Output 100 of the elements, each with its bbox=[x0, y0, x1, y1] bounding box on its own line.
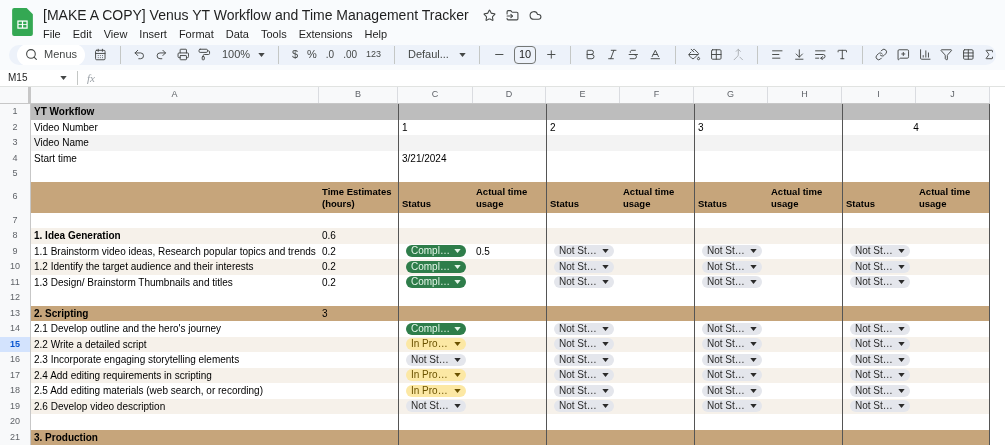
row-number[interactable]: 20 bbox=[0, 414, 31, 430]
column-header[interactable]: H bbox=[768, 87, 842, 103]
status-dropdown[interactable]: Not St… bbox=[554, 245, 614, 258]
spreadsheet-logo-icon[interactable] bbox=[12, 8, 33, 36]
status-dropdown[interactable]: Not St… bbox=[554, 384, 614, 397]
status-dropdown[interactable]: Not St… bbox=[702, 384, 762, 397]
menu-item[interactable]: Data bbox=[225, 26, 249, 43]
status-dropdown[interactable]: Not St… bbox=[702, 322, 762, 335]
column-header[interactable]: C bbox=[398, 87, 473, 103]
menu-item[interactable]: Format bbox=[178, 26, 214, 43]
print-icon[interactable] bbox=[176, 47, 190, 62]
menu-item[interactable]: Tools bbox=[260, 26, 287, 43]
status-dropdown[interactable]: Not St… bbox=[702, 276, 762, 289]
status-dropdown[interactable]: Not St… bbox=[554, 400, 614, 413]
status-dropdown[interactable]: Compl… bbox=[406, 260, 466, 273]
menu-item[interactable]: File bbox=[43, 26, 61, 43]
bold-icon[interactable] bbox=[584, 47, 597, 62]
row-number[interactable]: 8 bbox=[0, 228, 31, 244]
status-dropdown[interactable]: Not St… bbox=[554, 338, 614, 351]
status-dropdown[interactable]: Not St… bbox=[850, 276, 910, 289]
column-header[interactable]: I bbox=[842, 87, 916, 103]
chart-icon[interactable] bbox=[918, 47, 932, 62]
status-dropdown[interactable]: In Pro… bbox=[406, 384, 466, 397]
status-dropdown[interactable]: Not St… bbox=[702, 260, 762, 273]
status-dropdown[interactable]: Compl… bbox=[406, 276, 466, 289]
text-rotation-icon[interactable] bbox=[835, 47, 849, 62]
status-dropdown[interactable]: Not St… bbox=[850, 260, 910, 273]
menu-item[interactable]: Help bbox=[364, 26, 388, 43]
percent-button[interactable]: % bbox=[307, 46, 317, 63]
number-format-button[interactable]: 123 bbox=[366, 47, 382, 62]
comment-icon[interactable] bbox=[897, 47, 910, 62]
cell-reference[interactable]: M15 bbox=[0, 70, 60, 86]
paint-roller-icon[interactable] bbox=[198, 47, 211, 62]
align-left-icon[interactable] bbox=[771, 47, 784, 62]
status-dropdown[interactable]: In Pro… bbox=[406, 338, 466, 351]
text-color-icon[interactable] bbox=[648, 47, 662, 62]
zoom-dropdown[interactable]: 100% bbox=[221, 46, 266, 63]
status-dropdown[interactable]: Not St… bbox=[702, 400, 762, 413]
status-dropdown[interactable]: Compl… bbox=[406, 322, 466, 335]
row-number[interactable]: 16 bbox=[0, 352, 31, 368]
status-dropdown[interactable]: Not St… bbox=[406, 353, 466, 366]
table-icon[interactable] bbox=[961, 47, 975, 62]
status-dropdown[interactable]: Not St… bbox=[702, 245, 762, 258]
row-number[interactable]: 1 bbox=[0, 104, 31, 120]
row-number[interactable]: 12 bbox=[0, 290, 31, 306]
status-dropdown[interactable]: Not St… bbox=[850, 384, 910, 397]
search-menus-button[interactable]: Menus bbox=[17, 44, 86, 65]
status-dropdown[interactable]: Compl… bbox=[406, 245, 466, 258]
status-dropdown[interactable]: Not St… bbox=[702, 353, 762, 366]
status-dropdown[interactable]: Not St… bbox=[554, 369, 614, 382]
document-title[interactable]: [MAKE A COPY] Venus YT Workflow and Time Management Tracker bbox=[43, 6, 469, 24]
increase-decimals-button[interactable]: .00 bbox=[343, 47, 358, 62]
row-number[interactable]: 6 bbox=[0, 181, 31, 213]
font-size-field[interactable]: 10 bbox=[514, 45, 536, 64]
menu-item[interactable]: Edit bbox=[72, 26, 92, 43]
star-icon[interactable] bbox=[482, 8, 496, 22]
column-header[interactable]: B bbox=[319, 87, 398, 103]
link-icon[interactable] bbox=[875, 47, 888, 62]
menu-item[interactable]: View bbox=[103, 26, 128, 43]
menu-item[interactable]: Insert bbox=[139, 26, 167, 43]
align-bottom-icon[interactable] bbox=[792, 47, 806, 62]
status-dropdown[interactable]: Not St… bbox=[850, 400, 910, 413]
strikethrough-icon[interactable] bbox=[627, 47, 640, 62]
status-dropdown[interactable]: Not St… bbox=[850, 338, 910, 351]
row-number[interactable]: 10 bbox=[0, 259, 31, 275]
status-dropdown[interactable]: Not St… bbox=[702, 338, 762, 351]
status-dropdown[interactable]: Not St… bbox=[850, 322, 910, 335]
status-dropdown[interactable]: Not St… bbox=[554, 276, 614, 289]
status-dropdown[interactable]: Not St… bbox=[702, 369, 762, 382]
decrease-decimals-button[interactable]: .0 bbox=[325, 47, 335, 62]
undo-icon[interactable] bbox=[133, 47, 147, 62]
currency-button[interactable]: $ bbox=[291, 46, 299, 63]
status-dropdown[interactable]: Not St… bbox=[406, 400, 466, 413]
cloud-icon[interactable] bbox=[528, 8, 542, 22]
status-dropdown[interactable]: Not St… bbox=[554, 353, 614, 366]
filter-icon[interactable] bbox=[940, 47, 953, 62]
column-header[interactable]: E bbox=[546, 87, 620, 103]
column-header[interactable]: A bbox=[31, 87, 319, 103]
menu-item[interactable]: Extensions bbox=[298, 26, 353, 43]
column-header[interactable]: G bbox=[694, 87, 768, 103]
paint-bucket-icon[interactable] bbox=[688, 47, 702, 62]
column-header[interactable]: D bbox=[473, 87, 546, 103]
font-dropdown[interactable]: Defaul... bbox=[407, 46, 466, 63]
folder-icon[interactable] bbox=[505, 8, 519, 22]
redo-icon[interactable] bbox=[155, 47, 168, 62]
row-number[interactable]: 14 bbox=[0, 321, 31, 337]
row-number[interactable]: 5 bbox=[0, 166, 31, 182]
calendar-icon[interactable] bbox=[94, 47, 107, 62]
status-dropdown[interactable]: Not St… bbox=[850, 245, 910, 258]
row-number[interactable]: 3 bbox=[0, 135, 31, 151]
column-header[interactable]: J bbox=[916, 87, 990, 103]
italic-icon[interactable] bbox=[605, 47, 619, 62]
status-dropdown[interactable]: Not St… bbox=[554, 260, 614, 273]
status-dropdown[interactable]: Not St… bbox=[554, 322, 614, 335]
plus-icon[interactable] bbox=[544, 47, 558, 62]
column-header[interactable]: F bbox=[620, 87, 694, 103]
borders-icon[interactable] bbox=[710, 47, 723, 62]
row-number[interactable]: 18 bbox=[0, 383, 31, 399]
sigma-icon[interactable] bbox=[983, 47, 996, 62]
wrap-text-icon[interactable] bbox=[814, 47, 827, 62]
